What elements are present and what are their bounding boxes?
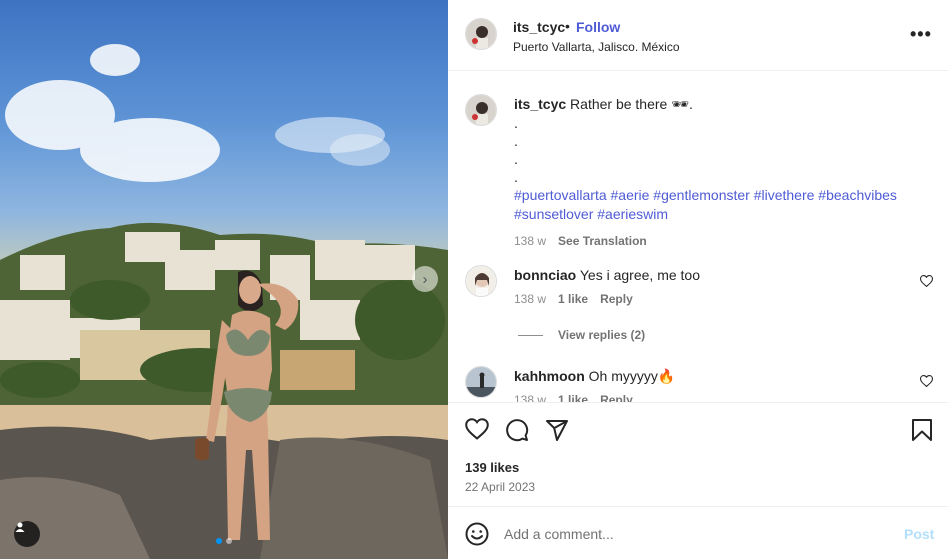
post-location[interactable]: Puerto Vallarta, Jalisco. México [513,40,680,54]
share-icon[interactable] [545,418,569,442]
post-actions: 139 likes 22 April 2023 [448,402,948,506]
caption-item: its_tcyc Rather be there 🕶. . . . . #pue… [465,94,934,248]
comment-item: kahhmoon Oh myyyyy🔥 138 w 1 like Reply [465,366,934,402]
avatar-image [466,266,496,296]
avatar-image [466,19,496,49]
emoji-icon[interactable] [465,522,489,546]
more-options-icon[interactable]: ••• [910,24,932,45]
comment-like-heart-icon[interactable] [920,275,933,287]
comment-text: Oh myyyyy🔥 [588,368,676,384]
likes-count[interactable]: 139 likes [465,460,519,475]
post-detail-panel: its_tcyc • Follow Puerto Vallarta, Jalis… [448,0,948,559]
comment-avatar[interactable] [465,366,497,398]
post-comment-button[interactable]: Post [904,526,934,542]
author-avatar[interactable] [465,18,497,50]
post-photo[interactable]: › [0,0,448,559]
avatar-image [466,367,496,397]
view-replies-line [518,334,543,336]
caption-username[interactable]: its_tcyc [514,96,566,112]
view-replies-label[interactable]: View replies (2) [558,328,645,342]
carousel-indicator [216,538,232,544]
caption-hashtags[interactable]: #puertovallarta #aerie #gentlemonster #l… [514,186,934,224]
comment-icon[interactable] [505,418,529,442]
view-replies-button[interactable]: View replies (2) [518,328,645,342]
header-separator: • [565,18,570,34]
comments-list[interactable]: its_tcyc Rather be there 🕶. . . . . #pue… [448,71,948,402]
comment-likes[interactable]: 1 like [558,393,588,402]
comment-username[interactable]: kahhmoon [514,368,585,384]
bookmark-icon[interactable] [911,418,933,442]
add-comment-bar: Post [448,506,948,559]
comment-likes[interactable]: 1 like [558,292,588,306]
post-date[interactable]: 22 April 2023 [465,480,535,494]
caption-dot: . [514,151,518,167]
comment-username[interactable]: bonnciao [514,267,576,283]
post-header: its_tcyc • Follow Puerto Vallarta, Jalis… [448,0,948,71]
chevron-right-icon: › [422,270,428,288]
caption-avatar[interactable] [465,94,497,126]
follow-button[interactable]: Follow [576,19,620,35]
reply-button[interactable]: Reply [600,393,633,402]
carousel-next-button[interactable]: › [412,266,438,292]
reply-button[interactable]: Reply [600,292,633,306]
tagged-users-button[interactable] [14,521,40,547]
author-username[interactable]: its_tcyc [513,19,565,35]
see-translation-button[interactable]: See Translation [558,234,647,248]
caption-time[interactable]: 138 w [514,234,546,248]
heart-icon[interactable] [465,418,489,440]
carousel-dot [226,538,232,544]
caption-dots: . . . . [514,114,934,186]
carousel-dot-active [216,538,222,544]
caption-dot: . [514,133,518,149]
avatar-image [466,95,496,125]
caption-text: Rather be there 🕶. [570,96,693,112]
hashtags-line[interactable]: #puertovallarta #aerie #gentlemonster #l… [514,186,934,205]
user-tag-icon [15,522,25,532]
caption-dot: . [514,115,518,131]
comment-time[interactable]: 138 w [514,393,546,402]
comment-input[interactable] [504,521,884,547]
hashtags-line[interactable]: #sunsetlover #aerieswim [514,205,934,224]
comment-like-heart-icon[interactable] [920,375,933,387]
photo-scene [0,44,448,559]
comment-avatar[interactable] [465,265,497,297]
comment-item: bonnciao Yes i agree, me too 138 w 1 lik… [465,265,934,306]
comment-time[interactable]: 138 w [514,292,546,306]
caption-dot: . [514,169,518,185]
comment-text: Yes i agree, me too [579,267,700,283]
